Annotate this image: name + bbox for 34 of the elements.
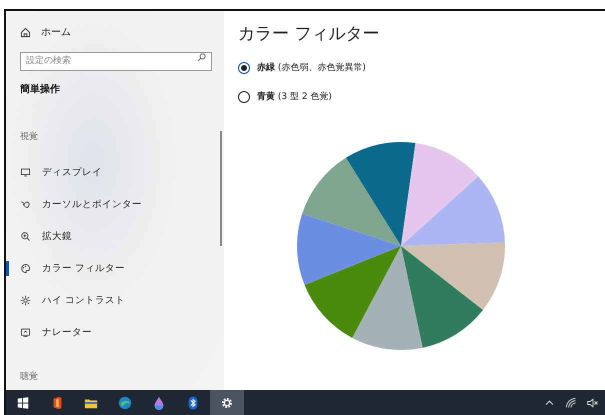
taskbar-app[interactable] [210,390,244,415]
radio-button[interactable] [238,62,250,74]
bluetooth-icon [186,396,200,410]
sidebar-item[interactable]: ディスプレイ [6,156,224,188]
gear-icon [220,396,234,410]
home-link[interactable]: ホーム [6,25,224,39]
magnifier-icon [20,230,31,242]
home-icon [20,26,31,38]
page-title: カラー フィルター [238,23,380,45]
radio-button[interactable] [238,90,250,102]
sidebar-item[interactable]: カラー フィルター [6,252,224,284]
radio-label[interactable]: 赤緑 (赤色弱、赤色覚異常) [257,61,366,74]
sidebar-item[interactable]: ナレーター [6,316,224,348]
narrator-icon [20,326,31,338]
palette-icon [20,262,31,274]
sidebar-title: 簡単操作 [19,82,61,96]
scrollbar[interactable] [220,131,222,246]
globe-icon [118,396,132,410]
search-field[interactable]: 設定の検索 [20,52,212,70]
wifi-icon[interactable] [565,396,577,408]
drop-icon [152,396,166,410]
sun-icon [20,294,31,306]
pointer-icon [20,198,31,210]
home-label[interactable]: ホーム [41,25,71,39]
sidebar-item[interactable]: カーソルとポインター [6,188,224,220]
search-icon [197,53,206,62]
section-heading: 視覚 [19,130,39,143]
radio-label[interactable]: 青黄 (3 型 2 色覚) [257,90,332,103]
mute-icon[interactable] [587,396,599,408]
section-heading: 聴覚 [19,370,39,383]
sidebar-item[interactable]: 拡大鏡 [6,220,224,252]
display-icon [20,166,31,178]
windows-icon [16,396,30,410]
sidebar-item[interactable]: ハイ コントラスト [6,284,224,316]
